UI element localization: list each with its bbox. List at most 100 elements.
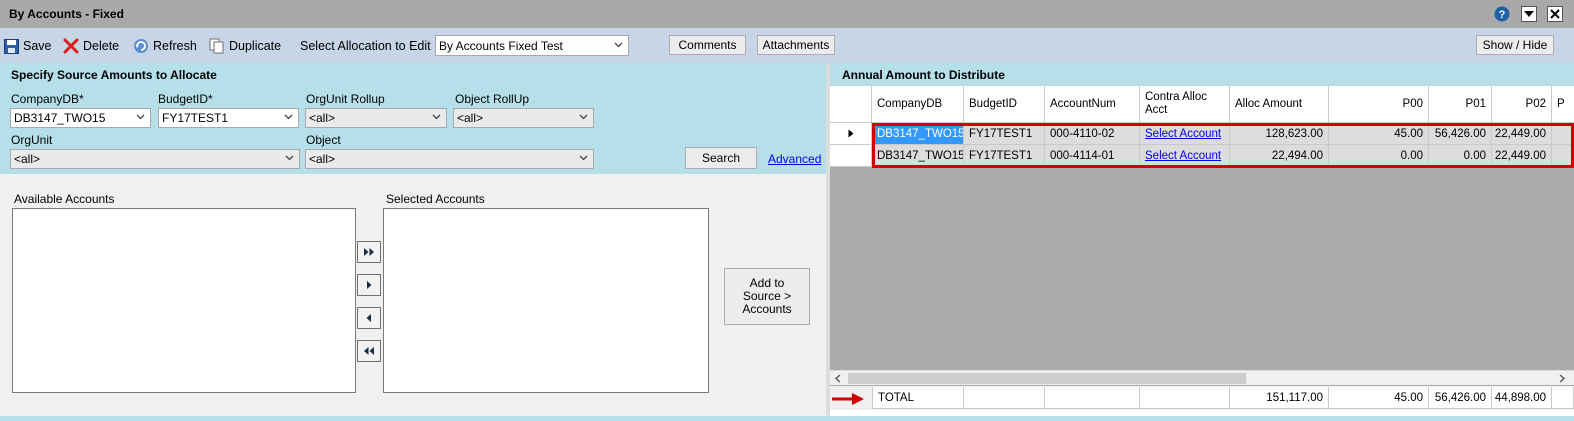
table-cell[interactable]: Select Account: [1140, 145, 1230, 167]
table-cell[interactable]: 45.00: [1329, 123, 1429, 145]
orgunit-select[interactable]: <all>: [10, 149, 300, 169]
move-all-right-button[interactable]: [357, 241, 381, 263]
help-icon[interactable]: ?: [1494, 6, 1510, 22]
toolbar: Save Delete Refresh Duplicate Select All…: [0, 28, 1574, 63]
chevron-down-icon: [284, 114, 293, 120]
total-p00: 45.00: [1329, 387, 1429, 409]
window-title: By Accounts - Fixed: [9, 7, 124, 21]
attachments-button[interactable]: Attachments: [757, 35, 835, 55]
add-to-source-accounts-button[interactable]: Add to Source > Accounts: [724, 268, 810, 325]
move-right-button[interactable]: [357, 274, 381, 296]
column-header[interactable]: P02: [1492, 86, 1552, 123]
bottom-panel-strip: [0, 416, 1574, 421]
table-cell[interactable]: 56,426.00: [1429, 123, 1492, 145]
object-value: <all>: [309, 152, 336, 166]
table-cell[interactable]: 000-4110-02: [1045, 123, 1140, 145]
select-account-link[interactable]: Select Account: [1145, 150, 1221, 162]
delete-label: Delete: [83, 39, 120, 53]
table-cell[interactable]: 22,449.00: [1492, 145, 1552, 167]
total-p01: 56,426.00: [1429, 387, 1492, 409]
double-chevron-left-icon: [364, 347, 374, 355]
available-accounts-label: Available Accounts: [14, 192, 115, 206]
totals-row: TOTAL 151,117.00 45.00 56,426.00 44,898.…: [830, 386, 1574, 410]
available-accounts-list[interactable]: [12, 208, 356, 393]
row-header-corner: [830, 86, 872, 123]
row-selector[interactable]: [830, 145, 872, 167]
source-section-title: Specify Source Amounts to Allocate: [11, 68, 217, 82]
delete-button[interactable]: Delete: [63, 37, 119, 55]
companydb-select[interactable]: DB3147_TWO15: [10, 108, 151, 128]
advanced-link[interactable]: Advanced: [768, 152, 821, 166]
table-cell[interactable]: 0.00: [1429, 145, 1492, 167]
object-select[interactable]: <all>: [305, 149, 594, 169]
chevron-left-icon: [366, 314, 371, 322]
table-cell[interactable]: FY17TEST1: [964, 123, 1045, 145]
comments-button[interactable]: Comments: [669, 35, 746, 55]
table-cell[interactable]: DB3147_TWO15: [872, 145, 964, 167]
chevron-down-icon: [579, 114, 588, 120]
distribute-header: Annual Amount to Distribute: [830, 63, 1574, 86]
move-all-left-button[interactable]: [357, 340, 381, 362]
companydb-label: CompanyDB*: [11, 92, 84, 106]
total-p02: 44,898.00: [1492, 387, 1552, 409]
table-cell[interactable]: [1552, 123, 1574, 145]
duplicate-button[interactable]: Duplicate: [209, 37, 281, 55]
select-allocation-label: Select Allocation to Edit: [300, 39, 431, 53]
svg-text:?: ?: [1499, 9, 1506, 21]
column-header[interactable]: P01: [1429, 86, 1492, 123]
selected-accounts-label: Selected Accounts: [386, 192, 485, 206]
allocation-value: By Accounts Fixed Test: [439, 38, 563, 53]
table-cell[interactable]: 128,623.00: [1230, 123, 1329, 145]
orgunit-rollup-value: <all>: [309, 111, 336, 125]
allocation-select[interactable]: By Accounts Fixed Test: [435, 35, 629, 56]
scroll-right-icon[interactable]: [1558, 374, 1566, 383]
chevron-down-icon: [285, 155, 294, 161]
selected-accounts-list[interactable]: [383, 208, 709, 393]
table-cell[interactable]: 22,449.00: [1492, 123, 1552, 145]
total-alloc: 151,117.00: [1230, 387, 1329, 409]
scroll-left-icon[interactable]: [834, 374, 842, 383]
select-account-link[interactable]: Select Account: [1145, 128, 1221, 140]
double-chevron-right-icon: [364, 248, 374, 256]
move-left-button[interactable]: [357, 307, 381, 329]
orgunit-rollup-label: OrgUnit Rollup: [306, 92, 385, 106]
table-cell[interactable]: 000-4114-01: [1045, 145, 1140, 167]
refresh-button[interactable]: Refresh: [133, 37, 197, 55]
close-icon[interactable]: [1547, 6, 1563, 22]
budgetid-select[interactable]: FY17TEST1: [158, 108, 299, 128]
save-button[interactable]: Save: [4, 37, 52, 55]
dropdown-icon[interactable]: [1521, 6, 1537, 22]
orgunit-rollup-select[interactable]: <all>: [305, 108, 447, 128]
current-row-icon: [848, 129, 853, 138]
save-icon: [4, 38, 19, 54]
save-label: Save: [23, 39, 52, 53]
row-selector[interactable]: [830, 123, 872, 145]
column-header[interactable]: CompanyDB: [872, 86, 964, 123]
show-hide-button[interactable]: Show / Hide: [1476, 35, 1554, 55]
orgunit-label: OrgUnit: [11, 133, 53, 147]
table-cell[interactable]: 22,494.00: [1230, 145, 1329, 167]
source-filter-panel: Specify Source Amounts to Allocate Compa…: [0, 63, 826, 174]
scrollbar-thumb[interactable]: [848, 373, 1246, 384]
column-header[interactable]: P00: [1329, 86, 1429, 123]
total-cell: [964, 387, 1045, 409]
table-cell[interactable]: [1552, 145, 1574, 167]
table-cell[interactable]: DB3147_TWO15: [872, 123, 964, 145]
search-button[interactable]: Search: [685, 147, 757, 169]
object-rollup-select[interactable]: <all>: [453, 108, 594, 128]
table-cell[interactable]: Select Account: [1140, 123, 1230, 145]
chevron-down-icon: [136, 114, 145, 120]
column-header[interactable]: Contra Alloc Acct: [1140, 86, 1230, 123]
table-cell[interactable]: 0.00: [1329, 145, 1429, 167]
budgetid-value: FY17TEST1: [162, 111, 229, 125]
object-rollup-label: Object RollUp: [455, 92, 530, 106]
column-header[interactable]: AccountNum: [1045, 86, 1140, 123]
companydb-value: DB3147_TWO15: [14, 111, 106, 125]
account-lists-panel: Available Accounts Selected Accounts Add…: [0, 174, 826, 416]
horizontal-scrollbar[interactable]: [830, 370, 1574, 385]
table-cell[interactable]: FY17TEST1: [964, 145, 1045, 167]
duplicate-label: Duplicate: [229, 39, 282, 53]
column-header[interactable]: Alloc Amount: [1230, 86, 1329, 123]
column-header[interactable]: BudgetID: [964, 86, 1045, 123]
column-header[interactable]: P: [1552, 86, 1574, 123]
